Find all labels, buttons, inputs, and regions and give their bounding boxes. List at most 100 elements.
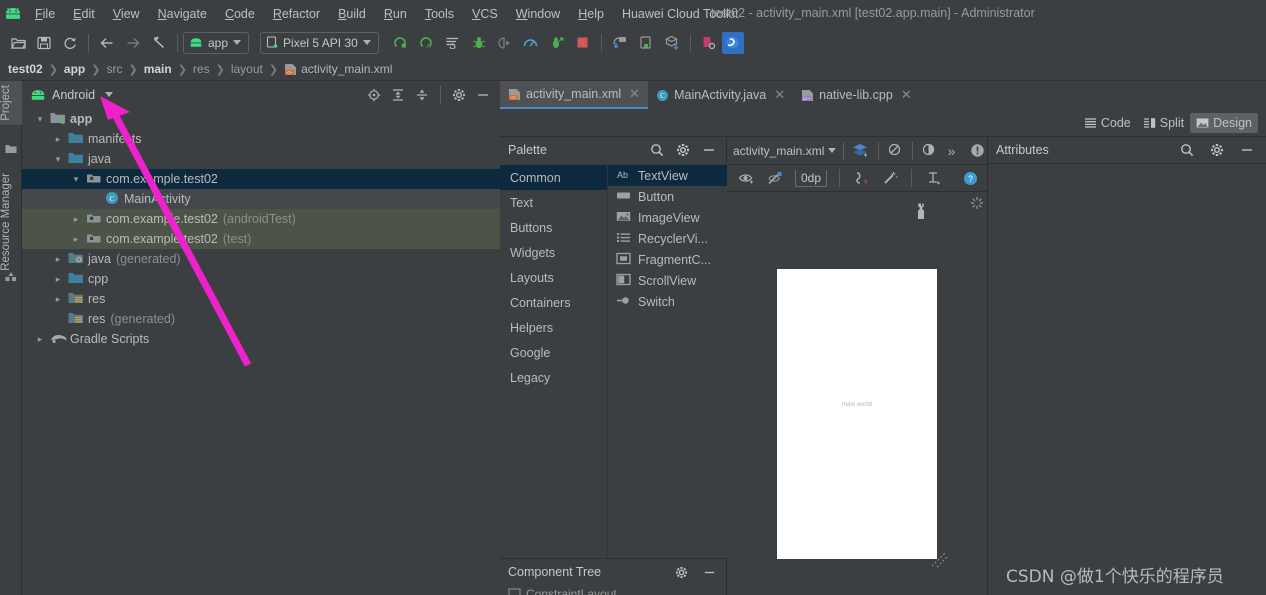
attach-debugger-icon[interactable] (492, 30, 518, 56)
settings-gear-icon[interactable] (672, 139, 694, 161)
tree-row[interactable]: ▸ com.example.test02 (androidTest) (22, 209, 500, 229)
palette-category-buttons[interactable]: Buttons (500, 215, 607, 240)
sdk-manager-icon[interactable] (659, 30, 685, 56)
chevron-right-icon[interactable]: ▸ (34, 334, 46, 345)
tree-row[interactable]: ▾ com.example.test02 (22, 169, 500, 189)
night-mode-icon[interactable] (920, 138, 940, 164)
back-icon[interactable] (94, 30, 120, 56)
menu-vcs[interactable]: VCS (463, 4, 507, 24)
hide-panel-icon[interactable] (1236, 139, 1258, 161)
search-everywhere-icon[interactable] (721, 31, 744, 54)
collapse-all-icon[interactable] (411, 84, 433, 106)
mode-split-button[interactable]: Split (1137, 113, 1190, 133)
clear-constraints-icon[interactable]: x (848, 165, 874, 191)
breadcrumb-main[interactable]: main (144, 62, 172, 76)
chevron-down-icon[interactable] (105, 92, 114, 97)
palette-item-textview[interactable]: Ab TextView (608, 165, 727, 186)
device-selector[interactable]: Pixel 5 API 30 (260, 31, 379, 54)
project-view-selector-label[interactable]: Android (52, 88, 95, 102)
project-tree[interactable]: ▾ app ▸ manifests ▾ java ▾ com.example.test02 C M… (22, 108, 500, 595)
autoconnect-off-icon[interactable] (762, 165, 788, 191)
make-project-icon[interactable] (440, 30, 466, 56)
menu-navigate[interactable]: Navigate (149, 4, 216, 24)
chevron-right-icon[interactable]: ▸ (52, 134, 64, 145)
sidebar-item-resource-manager[interactable]: Resource Manager (0, 169, 22, 275)
sidebar-item-project[interactable]: Project (0, 81, 22, 125)
mode-code-button[interactable]: Code (1078, 113, 1137, 133)
hide-panel-icon[interactable] (472, 84, 494, 106)
palette-item-fragmentc[interactable]: FragmentC... (608, 249, 727, 270)
debug-icon[interactable] (466, 30, 492, 56)
palette-category-widgets[interactable]: Widgets (500, 240, 607, 265)
palette-item-recyclervi[interactable]: RecyclerVi... (608, 228, 727, 249)
wrench-icon[interactable] (915, 203, 927, 223)
menu-window[interactable]: Window (507, 4, 569, 24)
tree-row[interactable]: ▸ com.example.test02 (test) (22, 229, 500, 249)
module-selector[interactable]: app (183, 31, 250, 54)
stop-icon[interactable] (570, 30, 596, 56)
run-apply-changes-icon[interactable] (544, 30, 570, 56)
chevron-right-icon[interactable]: ▸ (52, 274, 64, 285)
menu-view[interactable]: View (104, 4, 149, 24)
forward-icon[interactable] (120, 30, 146, 56)
tree-row[interactable]: ▸ res (22, 289, 500, 309)
chevron-right-icon[interactable]: ▸ (52, 294, 64, 305)
run-icon[interactable] (388, 30, 414, 56)
search-icon[interactable] (646, 139, 668, 161)
menu-code[interactable]: Code (216, 4, 264, 24)
sync-icon[interactable] (57, 30, 83, 56)
close-icon[interactable]: ✕ (901, 87, 912, 103)
palette-category-containers[interactable]: Containers (500, 290, 607, 315)
guidelines-icon[interactable] (920, 165, 946, 191)
layout-inspector-icon[interactable] (696, 30, 722, 56)
palette-category-common[interactable]: Common (500, 165, 607, 190)
palette-category-list[interactable]: Common Text Buttons Widgets Layouts Container… (500, 163, 607, 558)
infer-constraints-icon[interactable] (877, 165, 903, 191)
chevron-right-icon[interactable]: ▸ (70, 234, 82, 245)
palette-category-layouts[interactable]: Layouts (500, 265, 607, 290)
mode-design-button[interactable]: Design (1190, 112, 1258, 133)
chevron-right-icon[interactable]: ▸ (52, 254, 64, 265)
help-icon[interactable]: ? (957, 165, 983, 191)
jump-to-source-icon[interactable] (146, 30, 172, 56)
default-margin-field[interactable]: 0dp (795, 169, 828, 187)
palette-item-switch[interactable]: Switch (608, 291, 727, 312)
close-icon[interactable]: ✕ (629, 86, 640, 102)
chevron-down-icon[interactable]: ▾ (70, 174, 82, 185)
settings-gear-icon[interactable] (1206, 139, 1228, 161)
breadcrumb-res[interactable]: res (193, 62, 210, 76)
design-canvas[interactable]: Hello world! (727, 192, 987, 595)
chevron-down-icon[interactable]: ▾ (52, 154, 64, 165)
show-constraints-icon[interactable] (733, 165, 759, 191)
menu-edit[interactable]: Edit (64, 4, 104, 24)
settings-gear-icon[interactable] (670, 561, 692, 583)
palette-item-imageview[interactable]: ImageView (608, 207, 727, 228)
design-surface-mode-icon[interactable] (851, 138, 871, 164)
menu-file[interactable]: File (26, 4, 64, 24)
design-file-selector[interactable]: activity_main.xml (733, 144, 837, 158)
palette-category-text[interactable]: Text (500, 190, 607, 215)
search-icon[interactable] (1176, 139, 1198, 161)
save-all-icon[interactable] (31, 30, 57, 56)
settings-gear-icon[interactable] (448, 84, 470, 106)
chevron-down-icon[interactable]: ▾ (34, 114, 46, 125)
tree-row[interactable]: ▸ Gradle Scripts (22, 329, 500, 349)
blueprint-orientation-icon[interactable] (886, 138, 906, 164)
hide-panel-icon[interactable] (698, 561, 720, 583)
breadcrumb-test02[interactable]: test02 (8, 62, 43, 76)
menu-help[interactable]: Help (569, 4, 613, 24)
menu-refactor[interactable]: Refactor (264, 4, 329, 24)
tree-row[interactable]: ▸ cpp (22, 269, 500, 289)
palette-item-list[interactable]: Ab TextView Button ImageView RecyclerVi... Fr… (607, 163, 727, 558)
locate-icon[interactable] (363, 84, 385, 106)
breadcrumb-src[interactable]: src (106, 62, 122, 76)
palette-item-scrollview[interactable]: ScrollView (608, 270, 727, 291)
tab-activity-main-xml[interactable]: <> activity_main.xml ✕ (500, 81, 649, 109)
expand-all-icon[interactable] (387, 84, 409, 106)
palette-item-button[interactable]: Button (608, 186, 727, 207)
run-with-coverage-icon[interactable]: A (414, 30, 440, 56)
breadcrumb-layout[interactable]: layout (231, 62, 263, 76)
device-manager-icon[interactable] (633, 30, 659, 56)
tree-row[interactable]: ▾ app (22, 109, 500, 129)
profiler-icon[interactable] (518, 30, 544, 56)
